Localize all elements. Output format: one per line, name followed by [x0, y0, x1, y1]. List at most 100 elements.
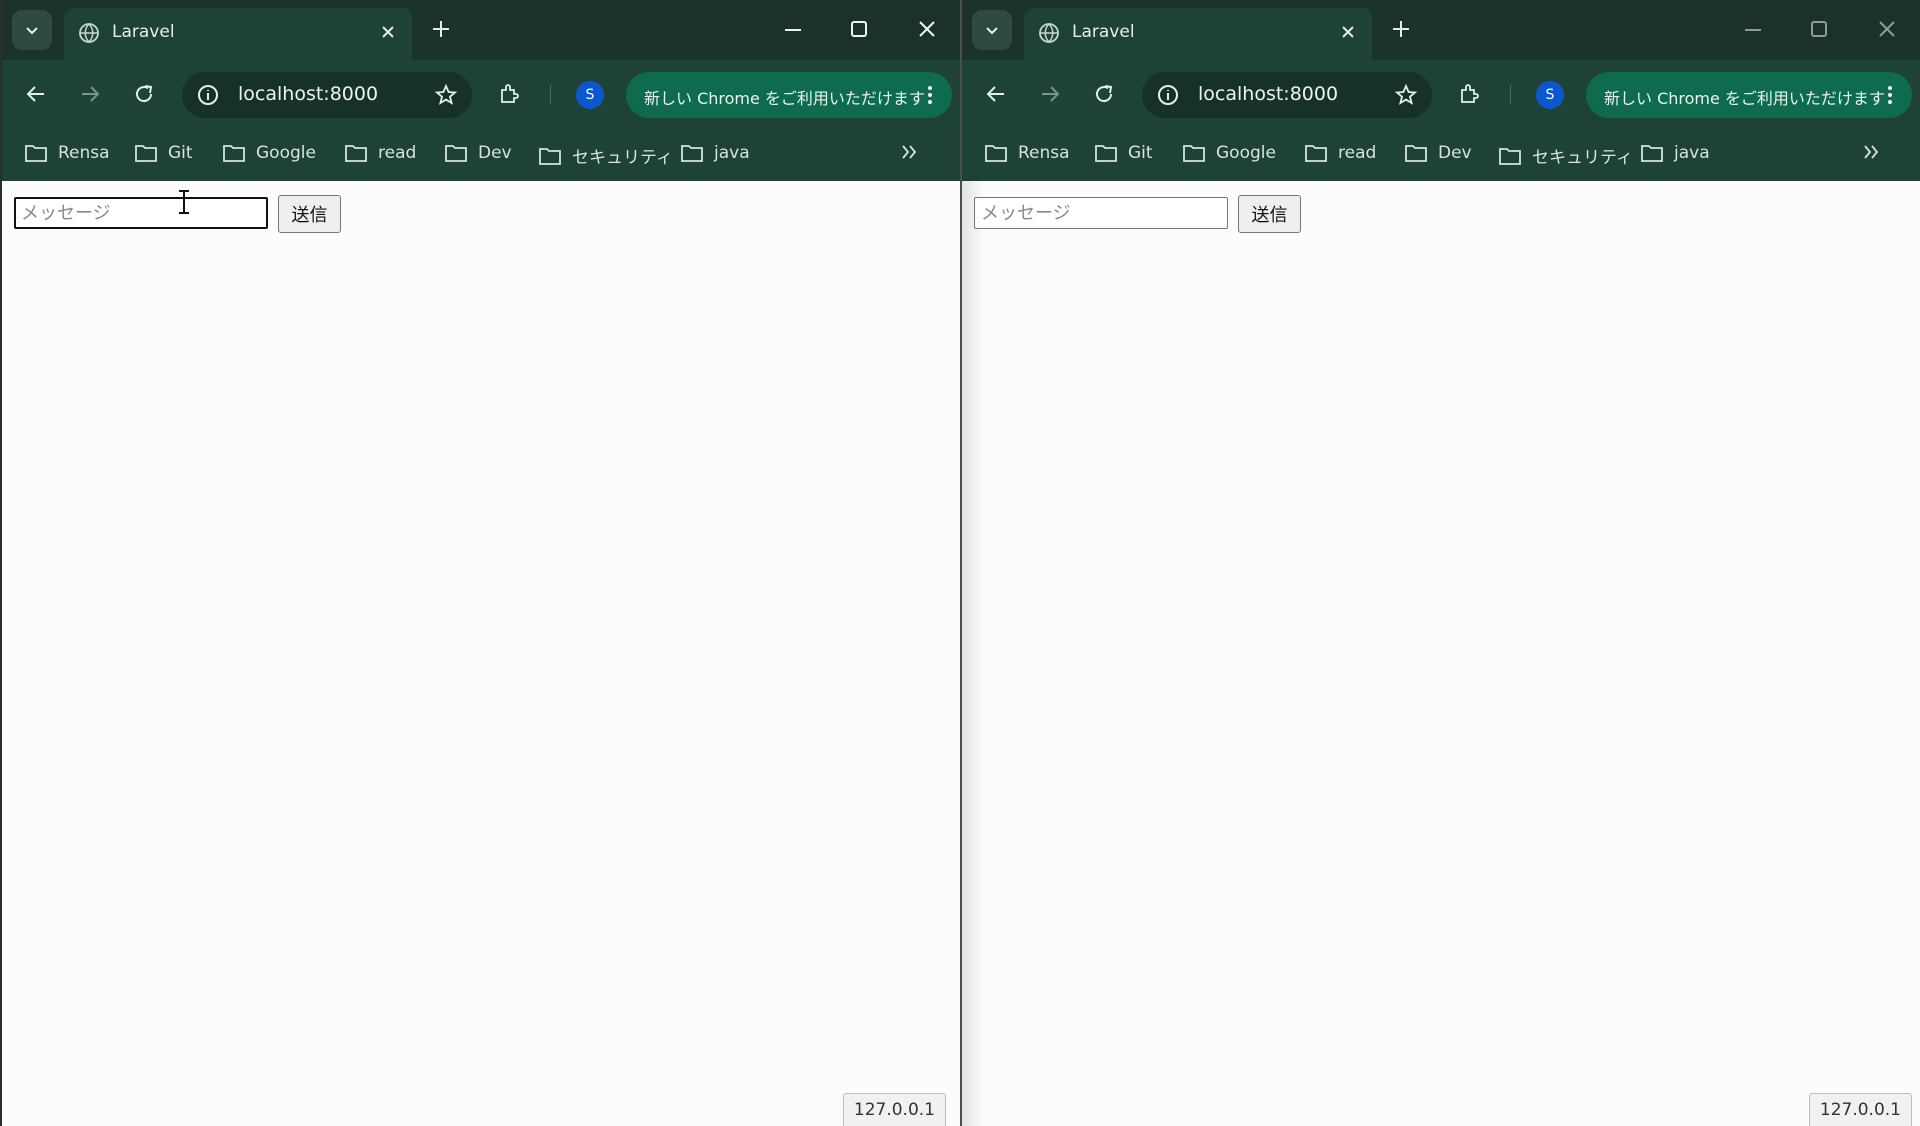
bookmark-git[interactable]: Git	[134, 143, 193, 163]
bookmark-label: Dev	[478, 143, 512, 163]
bookmark-read[interactable]: read	[1304, 143, 1376, 163]
close-icon[interactable]	[1338, 22, 1358, 42]
bookmark-java[interactable]: java	[680, 143, 750, 163]
browser-chrome: Laravel localhost:8000 S 新しい Chrome をご利用…	[2, 0, 960, 181]
bookmark-label: セキュリティ	[1532, 148, 1633, 168]
folder-icon	[345, 145, 367, 162]
browser-window-right: Laravel localhost:8000 S 新しい Chrome をご利用…	[960, 0, 1920, 1126]
bookmark-rensa[interactable]: Rensa	[984, 143, 1070, 163]
folder-icon	[223, 145, 245, 162]
bookmark-security[interactable]: セキュリティ	[1498, 143, 1633, 168]
minimize-icon[interactable]	[782, 18, 804, 40]
bookmarks-bar: Rensa Git Google read Dev セキュリティ java	[962, 129, 1920, 181]
status-bubble: 127.0.0.1	[842, 1093, 946, 1126]
folder-icon	[1095, 145, 1117, 162]
double-chevron-right-icon[interactable]	[898, 141, 920, 163]
folder-icon	[1499, 147, 1521, 165]
puzzle-icon[interactable]	[1458, 82, 1482, 106]
bookmark-label: read	[378, 143, 417, 163]
folder-icon	[135, 145, 157, 162]
bookmark-label: Rensa	[58, 143, 110, 163]
bookmark-label: セキュリティ	[572, 148, 673, 168]
arrow-left-icon[interactable]	[984, 82, 1008, 106]
kebab-icon[interactable]	[1878, 83, 1902, 107]
bookmark-google[interactable]: Google	[1182, 143, 1276, 163]
chevron-down-icon	[986, 27, 998, 35]
bookmark-label: Rensa	[1018, 143, 1070, 163]
plus-icon[interactable]	[1390, 18, 1412, 40]
tab-strip: Laravel	[962, 0, 1920, 60]
bookmark-java[interactable]: java	[1640, 143, 1710, 163]
folder-icon	[681, 145, 703, 162]
message-input[interactable]	[974, 197, 1228, 229]
star-icon[interactable]	[434, 83, 458, 107]
star-icon[interactable]	[1394, 83, 1418, 107]
update-pill-text: 新しい Chrome をご利用いただけます	[644, 89, 925, 108]
browser-window-left: Laravel localhost:8000 S 新しい Chrome をご利用…	[0, 0, 961, 1126]
page-content: 送信 127.0.0.1	[2, 181, 960, 1126]
address-text: localhost:8000	[238, 83, 379, 105]
maximize-icon[interactable]	[1808, 18, 1830, 40]
folder-icon	[1183, 145, 1205, 162]
folder-icon	[25, 145, 47, 162]
bookmark-label: Google	[1216, 143, 1276, 163]
bookmark-rensa[interactable]: Rensa	[24, 143, 110, 163]
address-bar[interactable]: localhost:8000	[1142, 72, 1432, 118]
folder-icon	[1305, 145, 1327, 162]
chrome-update-pill[interactable]: 新しい Chrome をご利用いただけます	[1586, 72, 1912, 118]
maximize-icon[interactable]	[848, 18, 870, 40]
bookmark-dev[interactable]: Dev	[444, 143, 512, 163]
bookmark-label: Git	[1128, 143, 1153, 163]
plus-icon[interactable]	[430, 18, 452, 40]
globe-icon	[79, 23, 99, 43]
close-icon[interactable]	[916, 18, 938, 40]
double-chevron-right-icon[interactable]	[1860, 141, 1882, 163]
reload-icon[interactable]	[1092, 82, 1116, 106]
info-icon[interactable]	[1156, 83, 1180, 107]
arrow-left-icon[interactable]	[24, 82, 48, 106]
send-button[interactable]: 送信	[1238, 195, 1301, 233]
bookmark-google[interactable]: Google	[222, 143, 316, 163]
browser-chrome: Laravel localhost:8000 S 新しい Chrome をご利用…	[962, 0, 1920, 181]
bookmark-label: java	[714, 143, 750, 163]
puzzle-icon[interactable]	[498, 82, 522, 106]
reload-icon[interactable]	[132, 82, 156, 106]
tab-laravel[interactable]: Laravel	[64, 8, 412, 60]
bookmark-security[interactable]: セキュリティ	[538, 143, 673, 168]
close-icon[interactable]	[378, 22, 398, 42]
close-icon[interactable]	[1876, 18, 1898, 40]
folder-icon	[445, 145, 467, 162]
tab-search-button[interactable]	[12, 10, 52, 50]
folder-icon	[985, 145, 1007, 162]
address-bar[interactable]: localhost:8000	[182, 72, 472, 118]
bookmark-dev[interactable]: Dev	[1404, 143, 1472, 163]
bookmark-label: Google	[256, 143, 316, 163]
tab-search-button[interactable]	[972, 10, 1012, 50]
tab-title: Laravel	[112, 22, 175, 42]
tab-laravel[interactable]: Laravel	[1024, 8, 1372, 60]
toolbar-separator	[1510, 85, 1511, 105]
minimize-icon[interactable]	[1742, 18, 1764, 40]
i-beam-cursor-icon	[179, 190, 189, 214]
toolbar-separator	[550, 85, 551, 105]
bookmark-git[interactable]: Git	[1094, 143, 1153, 163]
info-icon[interactable]	[196, 83, 220, 107]
bookmark-label: read	[1338, 143, 1377, 163]
folder-icon	[1405, 145, 1427, 162]
profile-avatar[interactable]: S	[1536, 81, 1564, 109]
update-pill-text: 新しい Chrome をご利用いただけます	[1604, 89, 1885, 108]
chrome-update-pill[interactable]: 新しい Chrome をご利用いただけます	[626, 72, 952, 118]
bookmark-read[interactable]: read	[344, 143, 416, 163]
profile-avatar[interactable]: S	[576, 81, 604, 109]
message-input[interactable]	[14, 197, 268, 229]
send-button[interactable]: 送信	[278, 195, 341, 233]
toolbar: localhost:8000 S 新しい Chrome をご利用いただけます	[962, 60, 1920, 129]
bookmarks-bar: Rensa Git Google read Dev セキュリティ java	[2, 129, 960, 181]
kebab-icon[interactable]	[918, 83, 942, 107]
tab-strip: Laravel	[2, 0, 960, 60]
page-content: 送信 127.0.0.1	[962, 181, 1920, 1126]
arrow-right-icon[interactable]	[78, 82, 102, 106]
arrow-right-icon[interactable]	[1038, 82, 1062, 106]
toolbar: localhost:8000 S 新しい Chrome をご利用いただけます	[2, 60, 960, 129]
chevron-down-icon	[26, 27, 38, 35]
